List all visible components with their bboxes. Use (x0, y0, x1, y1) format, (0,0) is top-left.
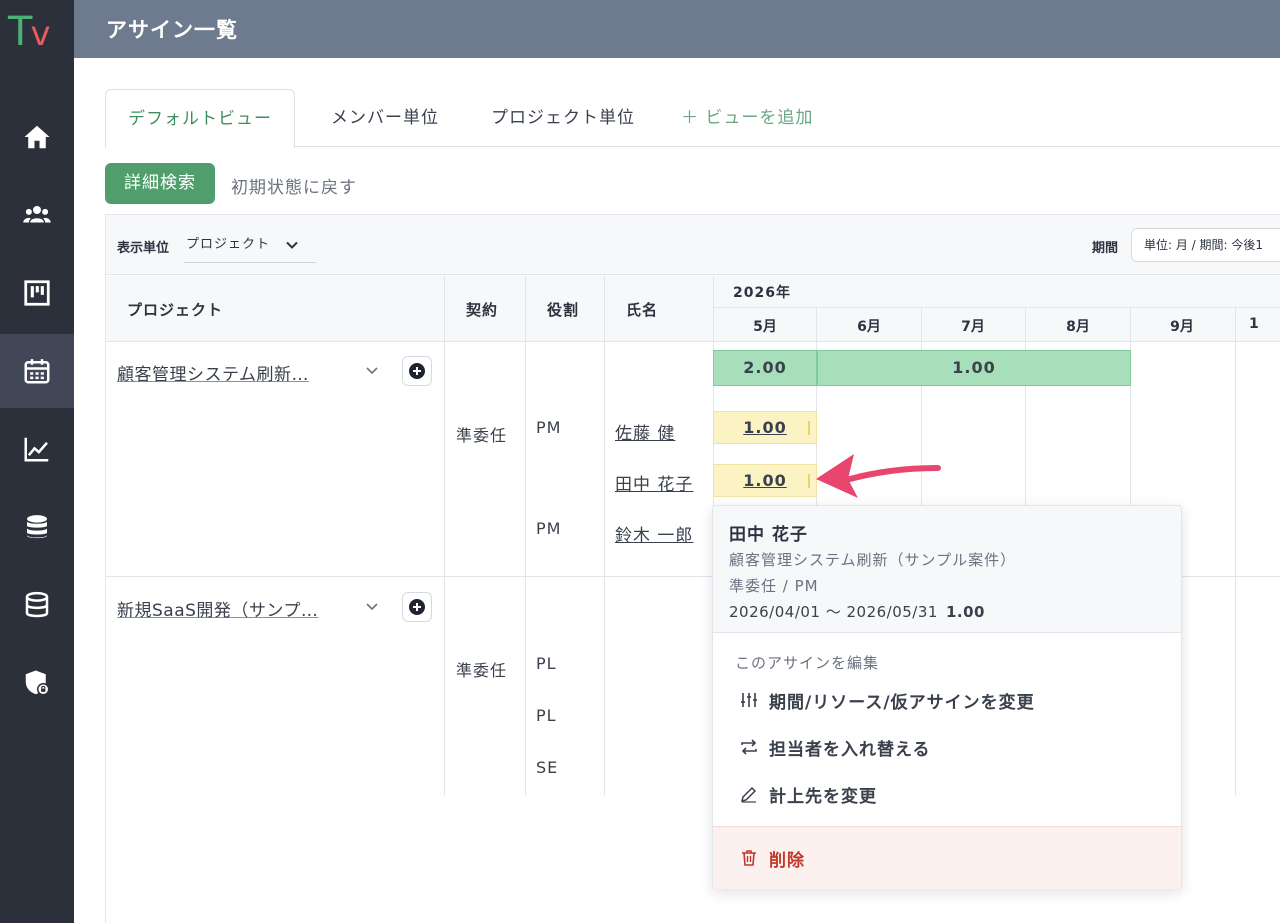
person-link[interactable]: 佐藤 健 (615, 419, 675, 444)
delete-section: 削除 (713, 826, 1181, 889)
nav-database-2[interactable] (0, 568, 74, 642)
assign-value: 1.00 (743, 418, 787, 437)
nav-analytics[interactable] (0, 412, 74, 486)
period-label: 期間 (1092, 241, 1119, 256)
popup-person-name: 田中 花子 (729, 525, 808, 545)
month-8: 8月 (1066, 319, 1090, 335)
nav-members[interactable] (0, 178, 74, 252)
sliders-icon (741, 693, 757, 707)
reset-link[interactable]: 初期状態に戻す (231, 173, 357, 198)
resize-handle[interactable] (808, 421, 810, 435)
month-10: 1 (1249, 316, 1259, 332)
plus-circle-icon (409, 599, 425, 615)
calendar-icon (24, 359, 50, 384)
project-name-link[interactable]: 新規SaaS開発（サンプ… (117, 596, 318, 621)
toolbar: 表示単位 プロジェクト 期間 単位: 月 / 期間: 今後1 (106, 215, 1280, 275)
popup-dates: 2026/04/01 〜 2026/05/31 1.00 (729, 601, 985, 622)
summary-bar: 2.00 (713, 350, 817, 386)
chevron-down-icon (286, 241, 298, 249)
role-cell: PM (536, 519, 562, 538)
view-tabs: デフォルトビュー メンバー単位 プロジェクト単位 ＋ ビューを追加 (105, 89, 1280, 148)
assign-bar[interactable]: 1.00 (713, 464, 817, 497)
assign-popup: 田中 花子 顧客管理システム刷新（サンプル案件） 準委任 / PM 2026/0… (712, 505, 1182, 889)
divider (1235, 307, 1236, 796)
popup-project: 顧客管理システム刷新（サンプル案件） (729, 551, 1017, 569)
chevron-down-icon[interactable] (364, 362, 380, 378)
divider (525, 276, 526, 796)
page-title: アサイン一覧 (106, 18, 238, 42)
trash-icon (742, 850, 756, 866)
plus-circle-icon (409, 363, 425, 379)
contract-type: 準委任 (456, 426, 508, 445)
database-outline-icon (25, 591, 49, 618)
chevron-down-icon[interactable] (364, 598, 380, 614)
col-project: プロジェクト (127, 301, 224, 319)
delete-button[interactable]: 削除 (739, 844, 805, 872)
display-unit-label: 表示単位 (117, 241, 170, 256)
tab-project[interactable]: プロジェクト単位 (469, 89, 657, 147)
person-link[interactable]: 田中 花子 (615, 470, 693, 495)
arrow-annotation (816, 454, 941, 498)
delete-label: 削除 (769, 850, 805, 871)
month-6: 6月 (857, 319, 881, 335)
assign-value: 1.00 (743, 471, 787, 490)
contract-type: 準委任 (456, 661, 508, 680)
edit-period-label: 期間/リソース/仮アサインを変更 (769, 692, 1035, 713)
database-icon (27, 515, 47, 539)
sidebar: Tv (0, 0, 74, 923)
chart-icon (24, 437, 49, 462)
add-member-button[interactable] (402, 356, 432, 386)
swap-icon (741, 739, 757, 755)
divider (444, 276, 445, 796)
shield-lock-icon (25, 670, 50, 696)
change-billing-label: 計上先を変更 (769, 786, 877, 807)
divider (604, 276, 605, 796)
popup-section-label: このアサインを編集 (735, 654, 880, 672)
change-billing-button[interactable]: 計上先を変更 (739, 780, 877, 808)
home-icon (24, 125, 50, 149)
display-unit-value: プロジェクト (186, 237, 271, 252)
col-role: 役割 (547, 301, 580, 319)
topbar: アサイン一覧 (74, 0, 1280, 58)
swap-person-label: 担当者を入れ替える (769, 739, 931, 760)
swap-person-button[interactable]: 担当者を入れ替える (739, 733, 931, 761)
tab-member[interactable]: メンバー単位 (309, 89, 461, 147)
edit-period-button[interactable]: 期間/リソース/仮アサインを変更 (739, 686, 1035, 714)
popup-header: 田中 花子 顧客管理システム刷新（サンプル案件） 準委任 / PM 2026/0… (713, 506, 1181, 633)
popup-date-range: 2026/04/01 〜 2026/05/31 (729, 603, 938, 621)
assign-bar[interactable]: 1.00 (713, 411, 817, 444)
role-cell: PL (536, 654, 557, 673)
role-cell: PL (536, 706, 557, 725)
advanced-search-button[interactable]: 詳細検索 (105, 163, 215, 204)
col-name: 氏名 (626, 301, 659, 319)
month-5: 5月 (753, 319, 777, 335)
nav-home[interactable] (0, 100, 74, 174)
month-9: 9月 (1170, 319, 1194, 335)
app-logo[interactable]: Tv (8, 8, 64, 56)
tab-add-view[interactable]: ＋ ビューを追加 (659, 89, 835, 147)
board-icon (24, 280, 50, 306)
col-contract: 契約 (466, 301, 499, 319)
divider (713, 307, 1280, 308)
popup-value: 1.00 (945, 603, 985, 621)
person-link[interactable]: 鈴木 一郎 (615, 521, 693, 546)
nav-database[interactable] (0, 490, 74, 564)
nav-assign[interactable] (0, 334, 74, 408)
nav-security[interactable] (0, 646, 74, 720)
nav-board[interactable] (0, 256, 74, 330)
project-name-link[interactable]: 顧客管理システム刷新… (117, 360, 309, 385)
users-icon (23, 206, 51, 223)
pencil-icon (740, 786, 757, 803)
period-select[interactable]: 単位: 月 / 期間: 今後1 (1131, 228, 1280, 262)
summary-bar: 1.00 (817, 350, 1131, 386)
popup-role: 準委任 / PM (729, 577, 819, 595)
role-cell: SE (536, 758, 559, 777)
month-7: 7月 (961, 319, 985, 335)
role-cell: PM (536, 418, 562, 437)
add-member-button[interactable] (402, 592, 432, 622)
col-year: 2026年 (733, 285, 791, 301)
tab-default-view[interactable]: デフォルトビュー (105, 89, 295, 148)
display-unit-select[interactable]: プロジェクト (184, 231, 316, 263)
